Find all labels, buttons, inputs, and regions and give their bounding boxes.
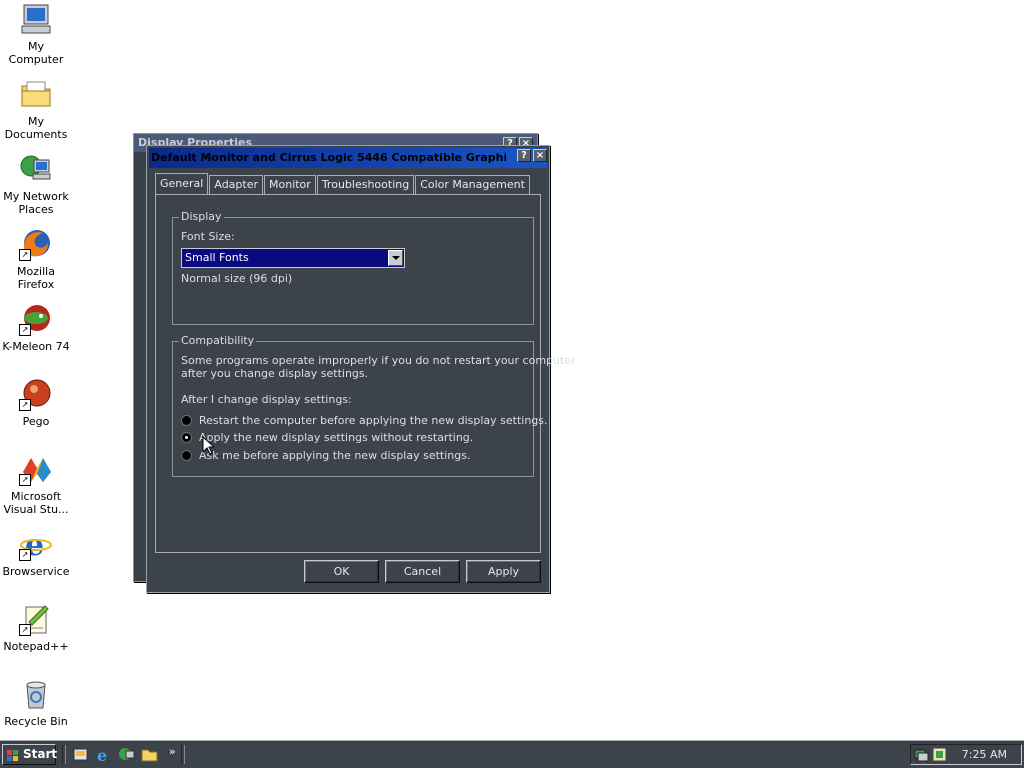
radio-ask-me[interactable]: Ask me before applying the new display s…: [181, 449, 470, 462]
shortcut-arrow-icon: ↗: [19, 624, 31, 636]
k-meleon-icon: ↗: [19, 302, 53, 336]
compatibility-group-title: Compatibility: [179, 334, 257, 347]
desktop-icon-label: Browservice: [2, 565, 70, 578]
help-button[interactable]: ?: [517, 149, 531, 162]
quick-launch-more-button[interactable]: »: [169, 745, 176, 758]
font-size-value: Small Fonts: [185, 251, 249, 264]
desktop-icon-label: Microsoft Visual Stu...: [3, 490, 69, 516]
desktop-icon-my-computer[interactable]: My Computer: [0, 2, 72, 66]
desktop-icon-label: Mozilla Firefox: [17, 265, 55, 291]
chevron-down-icon[interactable]: [388, 250, 403, 266]
after-change-label: After I change display settings:: [181, 393, 352, 406]
display-group-title: Display: [179, 210, 224, 223]
internet-explorer-icon: e ↗: [19, 527, 53, 563]
visual-studio-icon: ↗: [19, 452, 53, 486]
shortcut-arrow-icon: ↗: [19, 324, 31, 336]
folder-icon[interactable]: [141, 746, 158, 763]
desktop-icon-label: My Network Places: [3, 190, 69, 216]
compat-description-line2: after you change display settings.: [181, 367, 369, 380]
display-group: Display Font Size: Small Fonts Normal si…: [172, 210, 534, 325]
desktop-icon-my-documents[interactable]: My Documents: [0, 77, 72, 141]
notepad-plus-plus-icon: ↗: [19, 602, 53, 636]
desktop-icon-browservice[interactable]: e ↗ Browservice: [0, 527, 72, 578]
desktop-icon-label: K-Meleon 74: [2, 340, 70, 353]
pego-icon: ↗: [19, 377, 53, 411]
radio-label: Apply the new display settings without r…: [199, 431, 474, 444]
radio-label: Ask me before applying the new display s…: [199, 449, 471, 462]
cancel-button[interactable]: Cancel: [385, 560, 460, 583]
compat-description-line1: Some programs operate improperly if you …: [181, 354, 576, 367]
folder-icon: [19, 77, 53, 111]
tab-color-management[interactable]: Color Management: [415, 175, 530, 194]
tab-adapter[interactable]: Adapter: [209, 175, 263, 194]
mouse-cursor-icon: [202, 435, 216, 458]
dialog-title: Default Monitor and Cirrus Logic 5446 Co…: [151, 151, 506, 164]
taskbar-separator: [181, 745, 185, 764]
clock[interactable]: 7:25 AM: [962, 748, 1007, 761]
desktop-icon-label: Pego: [22, 415, 50, 428]
windows-logo-icon: [7, 749, 19, 761]
font-size-select[interactable]: Small Fonts: [181, 248, 405, 268]
desktop-icon-my-network-places[interactable]: My Network Places: [0, 152, 72, 216]
network-icon: [19, 152, 53, 186]
show-desktop-icon[interactable]: [72, 746, 89, 763]
system-tray: 7:25 AM: [910, 744, 1022, 765]
close-button[interactable]: ×: [533, 149, 547, 162]
desktop-icon-label: My Documents: [4, 115, 68, 141]
ok-button[interactable]: OK: [304, 560, 379, 583]
radio-button[interactable]: [181, 415, 192, 426]
radio-button[interactable]: [181, 432, 192, 443]
desktop-icon-recycle-bin[interactable]: Recycle Bin: [0, 677, 72, 728]
desktop-icon-notepad-plus-plus[interactable]: ↗ Notepad++: [0, 602, 72, 653]
tray-app-icon[interactable]: [931, 746, 948, 763]
tab-troubleshooting[interactable]: Troubleshooting: [316, 175, 415, 194]
internet-explorer-icon[interactable]: e: [95, 746, 112, 765]
radio-button[interactable]: [181, 450, 192, 461]
shortcut-arrow-icon: ↗: [19, 399, 31, 411]
taskbar: Start e » 7:25 AM: [0, 740, 1024, 768]
desktop-icon-label: Notepad++: [3, 640, 69, 653]
desktop-icon-label: My Computer: [8, 40, 64, 66]
dialog-titlebar[interactable]: Default Monitor and Cirrus Logic 5446 Co…: [149, 148, 547, 168]
desktop-icon-mozilla-firefox[interactable]: ↗ Mozilla Firefox: [0, 227, 72, 291]
desktop-icon-label: Recycle Bin: [4, 715, 68, 728]
monitor-properties-dialog: Default Monitor and Cirrus Logic 5446 Co…: [146, 145, 576, 593]
desktop-icon-microsoft-visual-studio[interactable]: ↗ Microsoft Visual Stu...: [0, 452, 72, 516]
radio-restart[interactable]: Restart the computer before applying the…: [181, 414, 548, 427]
firefox-icon: ↗: [19, 227, 53, 261]
start-label: Start: [23, 747, 58, 761]
shortcut-arrow-icon: ↗: [19, 549, 31, 561]
general-tab-panel: Display Font Size: Small Fonts Normal si…: [155, 194, 576, 553]
taskbar-separator: [62, 745, 66, 764]
tab-strip: General Adapter Monitor Troubleshooting …: [155, 173, 531, 194]
start-button[interactable]: Start: [2, 744, 58, 765]
computer-icon: [19, 2, 53, 36]
network-icon[interactable]: [118, 746, 135, 763]
svg-text:e: e: [97, 746, 107, 763]
desktop-icon-pego[interactable]: ↗ Pego: [0, 377, 72, 428]
recycle-bin-icon: [19, 677, 53, 711]
radio-label: Restart the computer before applying the…: [199, 414, 548, 427]
network-status-icon[interactable]: [913, 746, 930, 763]
dpi-text: Normal size (96 dpi): [181, 272, 293, 285]
compatibility-group: Compatibility Some programs operate impr…: [172, 334, 576, 477]
desktop-icon-k-meleon[interactable]: ↗ K-Meleon 74: [0, 302, 72, 353]
shortcut-arrow-icon: ↗: [19, 249, 31, 261]
tab-monitor[interactable]: Monitor: [264, 175, 316, 194]
font-size-label: Font Size:: [181, 230, 235, 243]
radio-apply-without-restart[interactable]: Apply the new display settings without r…: [181, 431, 473, 444]
shortcut-arrow-icon: ↗: [19, 474, 31, 486]
tab-general[interactable]: General: [155, 173, 209, 194]
apply-button[interactable]: Apply: [466, 560, 541, 583]
